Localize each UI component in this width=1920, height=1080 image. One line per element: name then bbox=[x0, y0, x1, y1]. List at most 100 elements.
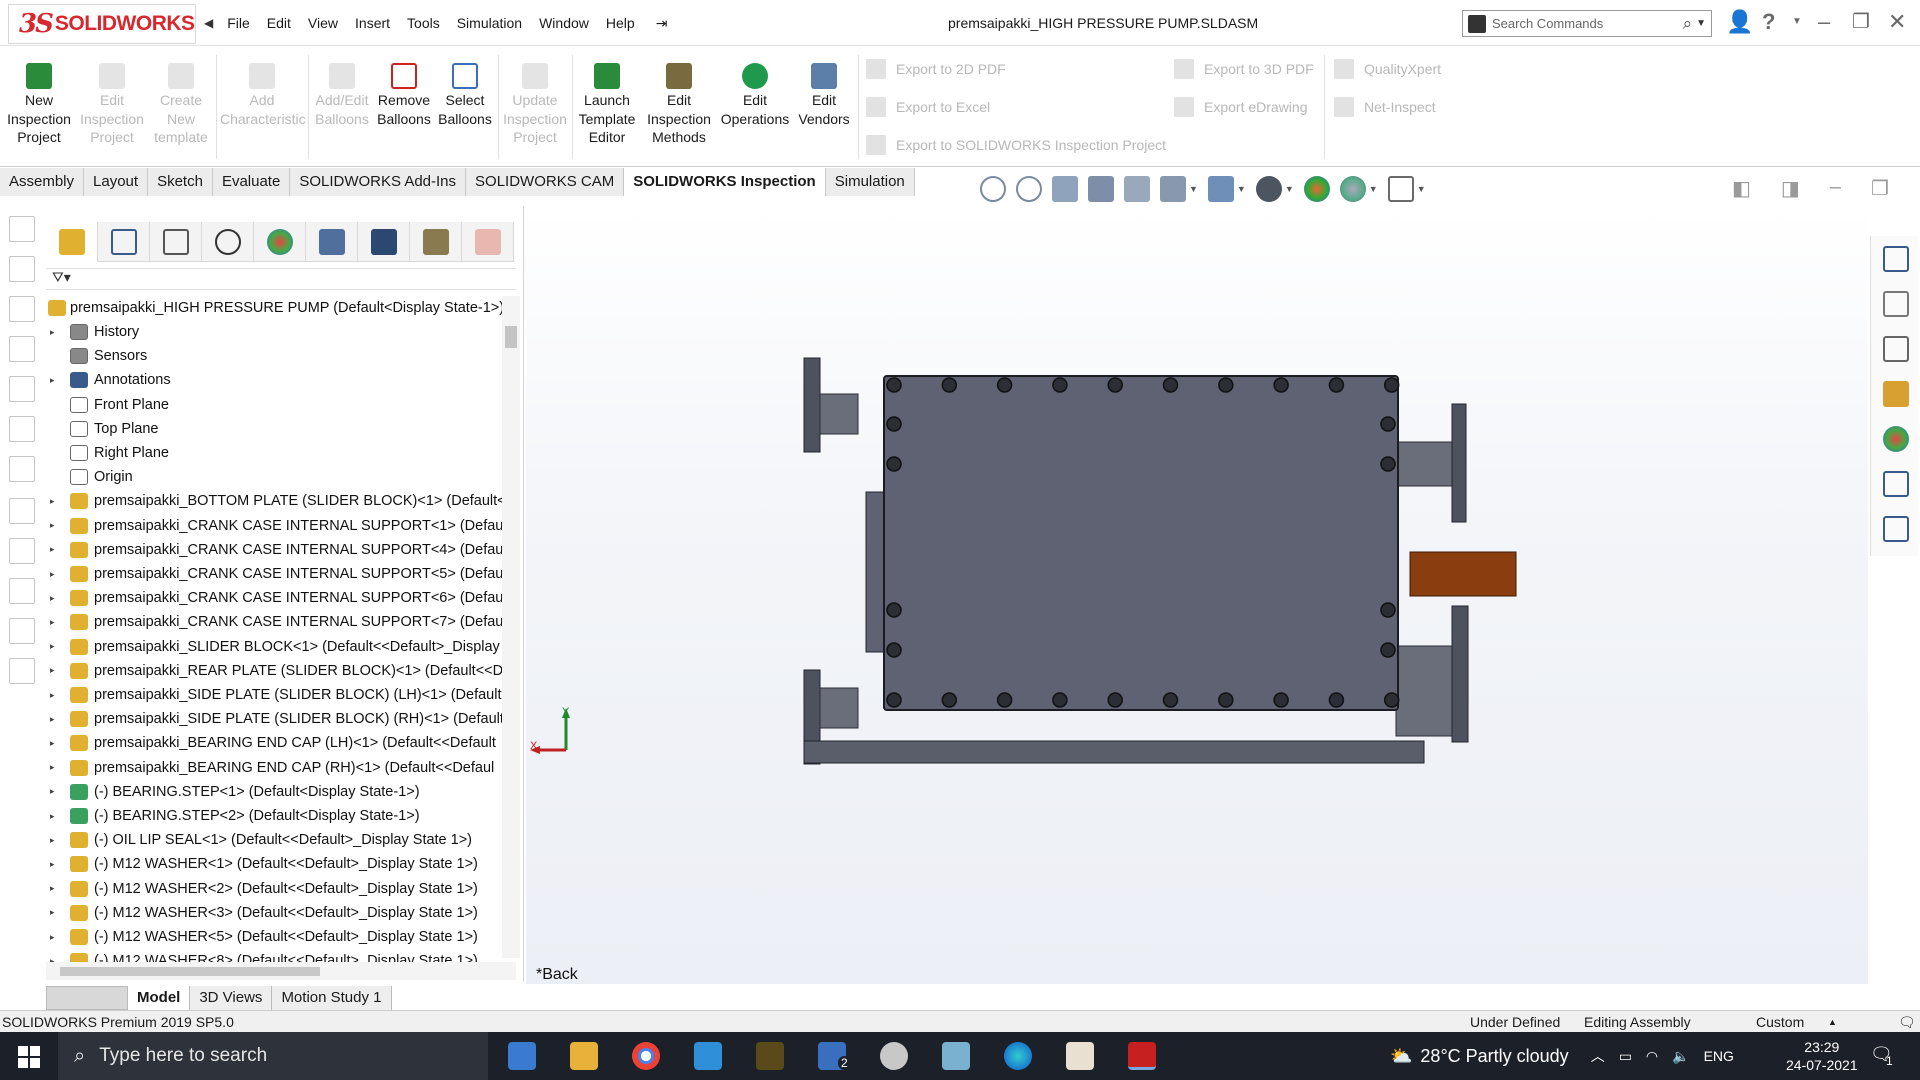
tree-item[interactable]: ▸ premsaipakki_BOTTOM PLATE (SLIDER BLOCK… bbox=[46, 489, 506, 513]
expand-arrow-icon[interactable]: ▸ bbox=[50, 520, 55, 531]
previous-view-icon[interactable] bbox=[1052, 176, 1078, 202]
expand-arrow-icon[interactable]: ▸ bbox=[50, 375, 55, 386]
minimize-icon[interactable]: – bbox=[1818, 9, 1830, 35]
strip-tool-icon[interactable] bbox=[9, 296, 35, 322]
select-balloons-button[interactable]: Select Balloons bbox=[436, 63, 494, 128]
expand-arrow-icon[interactable]: ▸ bbox=[50, 883, 55, 894]
tile-right-icon[interactable]: ◨ bbox=[1781, 176, 1800, 201]
tab-sketch[interactable]: Sketch bbox=[148, 168, 213, 196]
tab-feature-tree[interactable] bbox=[46, 222, 98, 262]
scrollbar-thumb[interactable] bbox=[60, 967, 320, 976]
create-new-template-button[interactable]: Create New template bbox=[150, 63, 212, 147]
tree-item[interactable]: Right Plane bbox=[46, 441, 506, 465]
tree-item[interactable]: ▸ (-) M12 WASHER<3> (Default<<Default>_Di… bbox=[46, 901, 506, 925]
solidworks-taskbar-icon[interactable] bbox=[1128, 1042, 1156, 1070]
file-explorer-icon[interactable] bbox=[1883, 336, 1909, 362]
expand-arrow-icon[interactable]: ▸ bbox=[50, 690, 55, 701]
search-icon[interactable]: ⌕ bbox=[1683, 14, 1693, 34]
home-icon[interactable] bbox=[1883, 246, 1909, 272]
edge-icon[interactable] bbox=[1004, 1042, 1032, 1070]
expand-arrow-icon[interactable]: ▸ bbox=[50, 327, 55, 338]
menu-view[interactable]: View bbox=[308, 15, 338, 31]
menu-simulation[interactable]: Simulation bbox=[457, 15, 522, 31]
tree-item[interactable]: ▸ Annotations bbox=[46, 368, 506, 392]
tree-root[interactable]: premsaipakki_HIGH PRESSURE PUMP (Default… bbox=[46, 296, 506, 320]
tab-inspection[interactable] bbox=[462, 222, 514, 262]
tree-vertical-scrollbar[interactable] bbox=[502, 296, 520, 958]
tab-3d-views[interactable]: 3D Views bbox=[190, 986, 273, 1010]
tab-evaluate[interactable]: Evaluate bbox=[212, 168, 291, 196]
export-3d-pdf-button[interactable]: Export to 3D PDF bbox=[1174, 59, 1314, 79]
hide-show-items-icon[interactable] bbox=[1255, 176, 1282, 202]
remove-balloons-button[interactable]: Remove Balloons bbox=[374, 63, 434, 128]
doc-restore-icon[interactable]: ❐ bbox=[1871, 176, 1889, 201]
tab-cam-operation-tree[interactable] bbox=[358, 222, 410, 262]
chrome-icon[interactable] bbox=[632, 1042, 660, 1070]
edit-vendors-button[interactable]: Edit Vendors bbox=[796, 63, 852, 128]
resources-icon[interactable] bbox=[1883, 291, 1909, 317]
tree-item[interactable]: ▸ premsaipakki_CRANK CASE INTERNAL SUPPOR… bbox=[46, 514, 506, 538]
tree-item[interactable]: ▸ premsaipakki_REAR PLATE (SLIDER BLOCK)<… bbox=[46, 659, 506, 683]
strip-tool-icon[interactable] bbox=[9, 336, 35, 362]
expand-arrow-icon[interactable]: ▸ bbox=[50, 859, 55, 870]
view-orientation-icon[interactable] bbox=[1160, 176, 1186, 202]
taskbar-app-icon[interactable] bbox=[508, 1042, 536, 1070]
apply-scene-icon[interactable] bbox=[1339, 176, 1366, 202]
app-icon[interactable] bbox=[756, 1042, 784, 1070]
tree-item[interactable]: ▸ premsaipakki_CRANK CASE INTERNAL SUPPOR… bbox=[46, 562, 506, 586]
clock[interactable]: 23:29 24-07-2021 bbox=[1786, 1038, 1858, 1074]
search-commands-input[interactable]: Search Commands ⌕ ▼ bbox=[1462, 10, 1712, 37]
user-account-icon[interactable]: 👤 bbox=[1726, 9, 1753, 35]
export-excel-button[interactable]: Export to Excel bbox=[866, 97, 990, 117]
expand-arrow-icon[interactable]: ▸ bbox=[50, 932, 55, 943]
tree-item[interactable]: Origin bbox=[46, 465, 506, 489]
tree-item[interactable]: Front Plane bbox=[46, 393, 506, 417]
tab-cam-feature-tree[interactable] bbox=[306, 222, 358, 262]
tab-display-manager[interactable] bbox=[254, 222, 306, 262]
expand-arrow-icon[interactable]: ▸ bbox=[50, 738, 55, 749]
update-inspection-project-button[interactable]: Update Inspection Project bbox=[502, 63, 568, 147]
menu-file[interactable]: File bbox=[227, 15, 250, 31]
expand-arrow-icon[interactable]: ▸ bbox=[50, 617, 55, 628]
strip-tool-icon[interactable] bbox=[9, 216, 35, 242]
wifi-icon[interactable]: ◠ bbox=[1646, 1048, 1658, 1065]
settings-gear-icon[interactable] bbox=[880, 1042, 908, 1070]
scrollbar-thumb[interactable] bbox=[505, 326, 517, 348]
strip-tool-icon[interactable] bbox=[9, 256, 35, 282]
chevron-down-icon[interactable]: ▼ bbox=[1189, 184, 1198, 194]
tab-solidworks-add-ins[interactable]: SOLIDWORKS Add-Ins bbox=[290, 168, 467, 196]
menu-collapse-arrow-icon[interactable]: ◀ bbox=[204, 16, 213, 30]
help-icon[interactable]: ? bbox=[1762, 9, 1775, 35]
chevron-down-icon[interactable]: ▼ bbox=[1285, 184, 1294, 194]
qualityxpert-button[interactable]: QualityXpert bbox=[1334, 59, 1441, 79]
strip-tool-icon[interactable] bbox=[9, 618, 35, 644]
tree-item[interactable]: ▸ (-) BEARING.STEP<1> (Default<Display St… bbox=[46, 780, 506, 804]
strip-tool-icon[interactable] bbox=[9, 578, 35, 604]
file-explorer-taskbar-icon[interactable] bbox=[570, 1042, 598, 1070]
menu-insert[interactable]: Insert bbox=[355, 15, 390, 31]
zoom-to-fit-icon[interactable] bbox=[980, 176, 1006, 202]
pin-menu-icon[interactable]: ⇥ bbox=[656, 15, 668, 32]
dynamic-annotation-icon[interactable] bbox=[1124, 176, 1150, 202]
expand-arrow-icon[interactable]: ▸ bbox=[50, 593, 55, 604]
expand-arrow-icon[interactable]: ▸ bbox=[50, 907, 55, 918]
status-chat-icon[interactable]: 🗨 bbox=[1898, 1014, 1916, 1031]
zoom-to-area-icon[interactable] bbox=[1016, 176, 1042, 202]
edit-inspection-methods-button[interactable]: Edit Inspection Methods bbox=[644, 63, 714, 147]
strip-tool-icon[interactable] bbox=[9, 376, 35, 402]
net-inspect-button[interactable]: Net-Inspect bbox=[1334, 97, 1436, 117]
filter-icon[interactable]: ⛛▾ bbox=[52, 269, 71, 285]
launch-template-editor-button[interactable]: Launch Template Editor bbox=[576, 63, 638, 147]
tree-item[interactable]: ▸ premsaipakki_BEARING END CAP (RH)<1> (D… bbox=[46, 756, 506, 780]
tab-navigation-arrows[interactable] bbox=[46, 986, 128, 1010]
tree-item[interactable]: ▸ premsaipakki_BEARING END CAP (LH)<1> (D… bbox=[46, 731, 506, 755]
chevron-down-icon[interactable]: ▼ bbox=[1696, 18, 1706, 29]
strip-tool-icon[interactable] bbox=[9, 416, 35, 442]
battery-icon[interactable]: ▭ bbox=[1619, 1048, 1632, 1065]
sync-app-icon[interactable] bbox=[694, 1042, 722, 1070]
help-dropdown-icon[interactable]: ▼ bbox=[1792, 16, 1802, 27]
expand-arrow-icon[interactable]: ▸ bbox=[50, 544, 55, 555]
doc-minimize-icon[interactable]: – bbox=[1830, 176, 1841, 201]
tab-dimxpert-manager[interactable] bbox=[202, 222, 254, 262]
menu-help[interactable]: Help bbox=[606, 15, 635, 31]
